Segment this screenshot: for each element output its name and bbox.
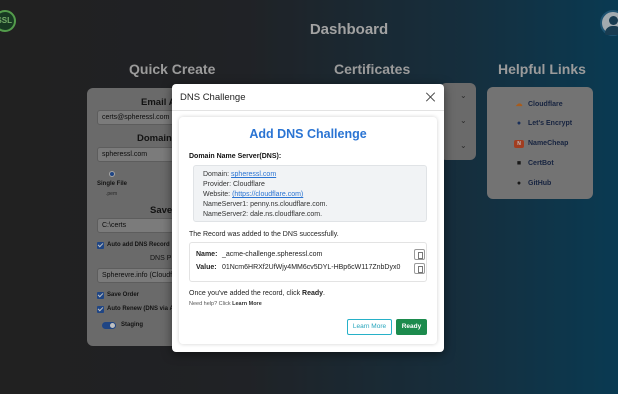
modal-header: DNS Challenge <box>172 84 444 111</box>
record-value-line: Value: 01Ncm6HRXf2UfWjy4MM6cv5DYL-HBp6cW… <box>196 264 400 271</box>
dns-ns1-value: penny.ns.cloudflare.com. <box>250 201 328 208</box>
dns-server-heading: Domain Name Server(DNS): <box>189 153 282 160</box>
dns-domain-label: Domain: <box>203 171 230 178</box>
record-name-value: _acme-challenge.spheressl.com <box>221 251 323 258</box>
learn-more-button[interactable]: Learn More <box>347 319 392 335</box>
modal-body: Add DNS Challenge Domain Name Server(DNS… <box>179 117 437 344</box>
help-prefix: Need help? Click <box>189 301 231 307</box>
record-value-value: 01Ncm6HRXf2UfWjy4MM6cv5DYL-HBp6cW117ZnbD… <box>221 264 401 271</box>
instruction-suffix: . <box>323 290 325 297</box>
dns-challenge-modal: DNS Challenge Add DNS Challenge Domain N… <box>172 84 444 352</box>
dns-provider-value: Cloudflare <box>232 181 265 188</box>
dns-ns1-label: NameServer1: <box>203 201 249 208</box>
ready-button[interactable]: Ready <box>396 319 427 335</box>
dns-ns2-value: dale.ns.cloudflare.com. <box>250 211 323 218</box>
dns-website-link[interactable]: (https://cloudflare.com) <box>232 191 303 198</box>
help-text: Need help? Click Learn More <box>189 301 262 307</box>
success-message: The Record was added to the DNS successf… <box>189 231 339 238</box>
instruction-ready: Ready <box>302 290 324 297</box>
dns-website-line: Website: (https://cloudflare.com) <box>203 191 303 198</box>
record-name-line: Name: _acme-challenge.spheressl.com <box>196 251 322 258</box>
close-icon[interactable] <box>425 91 437 103</box>
record-name-label: Name: <box>196 251 218 258</box>
dns-provider-line: Provider: Cloudflare <box>203 181 265 188</box>
copy-name-icon[interactable] <box>414 249 425 260</box>
copy-value-icon[interactable] <box>414 263 425 274</box>
dns-domain-link[interactable]: spheressl.com <box>231 171 276 178</box>
dns-ns2-line: NameServer2: dale.ns.cloudflare.com. <box>203 211 322 218</box>
modal-title: DNS Challenge <box>180 92 246 103</box>
modal-heading: Add DNS Challenge <box>249 127 367 141</box>
instruction-prefix: Once you've added the record, click <box>189 290 301 297</box>
dns-info-box: Domain: spheressl.com Provider: Cloudfla… <box>193 165 427 222</box>
dns-ns1-line: NameServer1: penny.ns.cloudflare.com. <box>203 201 327 208</box>
dns-website-label: Website: <box>203 191 231 198</box>
dns-ns2-label: NameServer2: <box>203 211 249 218</box>
record-value-label: Value: <box>196 264 217 271</box>
dns-provider-label: Provider: <box>203 181 232 188</box>
dns-domain-line: Domain: spheressl.com <box>203 171 276 178</box>
record-box: Name: _acme-challenge.spheressl.com Valu… <box>189 242 427 282</box>
instruction-text: Once you've added the record, click Read… <box>189 290 325 297</box>
help-learn-more-link[interactable]: Learn More <box>232 301 262 307</box>
